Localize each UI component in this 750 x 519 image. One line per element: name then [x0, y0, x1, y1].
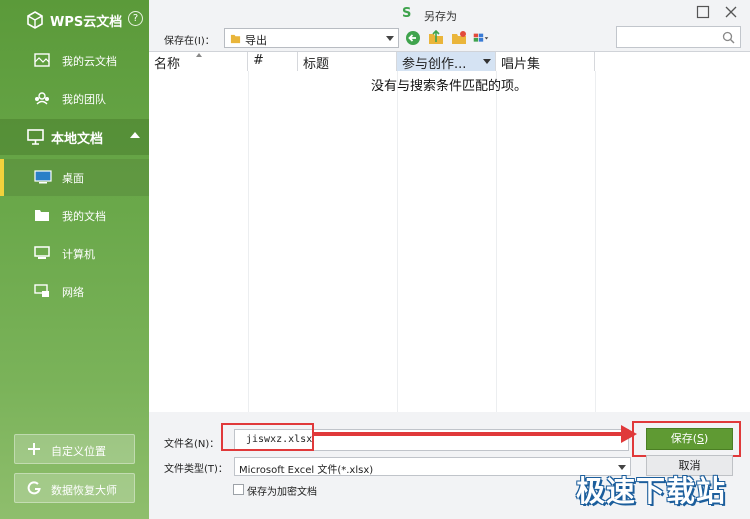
computer-icon	[27, 129, 44, 145]
monitor-icon	[34, 246, 50, 259]
column-header-album[interactable]: 唱片集	[496, 52, 595, 72]
back-icon[interactable]	[405, 30, 421, 46]
plus-icon	[28, 443, 40, 455]
data-recovery-label: 数据恢复大师	[51, 484, 117, 497]
column-label: 唱片集	[501, 57, 541, 72]
empty-message: 没有与搜索条件匹配的项。	[371, 79, 528, 94]
sidebar-item-label: 我的文档	[62, 210, 106, 223]
data-recovery-button[interactable]: 数据恢复大师	[14, 473, 135, 503]
column-header-title[interactable]: 标题	[298, 52, 397, 72]
column-divider	[397, 71, 398, 412]
sidebar-item-label: 计算机	[62, 248, 95, 261]
search-icon[interactable]	[722, 31, 735, 44]
sidebar-item-label: 网络	[62, 286, 84, 299]
wps-cloud-icon	[27, 11, 43, 29]
sidebar-item-label: 我的团队	[62, 93, 106, 106]
filetype-dropdown[interactable]: Microsoft Excel 文件(*.xlsx)	[234, 457, 631, 476]
sidebar-section-local-docs[interactable]: 本地文档	[0, 119, 149, 155]
column-header-number[interactable]: #	[248, 52, 298, 71]
sidebar-title: WPS云文档	[50, 14, 123, 30]
search-input[interactable]	[616, 26, 741, 48]
help-icon[interactable]: ?	[128, 11, 143, 26]
close-icon[interactable]	[724, 5, 738, 19]
encrypt-checkbox[interactable]	[233, 484, 244, 495]
wps-logo-icon: S	[402, 6, 412, 21]
folder-icon	[230, 34, 241, 44]
maximize-icon[interactable]	[696, 5, 710, 19]
sidebar-header: WPS云文档 ?	[0, 0, 149, 40]
save-button-highlight	[632, 421, 741, 457]
sidebar-item-desktop[interactable]: 桌面	[0, 159, 149, 196]
save-as-dialog: S 另存为 保存在(I)： 导出 名称 # 标题 参与创作... 唱片集 没有与…	[149, 0, 750, 519]
location-toolbar: 保存在(I)： 导出	[149, 26, 750, 50]
annotation-arrow	[313, 432, 631, 436]
sidebar-section-label: 本地文档	[51, 132, 104, 147]
collapse-arrow-icon[interactable]	[130, 132, 140, 138]
save-in-label: 保存在(I)：	[164, 36, 215, 47]
sidebar-item-label: 我的云文档	[62, 55, 117, 68]
filetype-value: Microsoft Excel 文件(*.xlsx)	[239, 465, 374, 476]
filename-label: 文件名(N)：	[164, 439, 220, 450]
save-in-dropdown[interactable]: 导出	[224, 28, 399, 48]
dialog-title: 另存为	[424, 10, 457, 23]
sidebar-item-computer[interactable]: 计算机	[0, 235, 149, 272]
sidebar-item-label: 桌面	[62, 172, 84, 185]
sidebar-item-network[interactable]: 网络	[0, 273, 149, 310]
column-divider	[248, 71, 249, 412]
watermark: 极速下载站	[576, 474, 727, 508]
column-header-contributors[interactable]: 参与创作...	[397, 52, 496, 72]
sidebar: WPS云文档 ? 我的云文档 我的团队 本地文档 桌面 我的文档 计算机 网络 …	[0, 0, 149, 519]
view-menu-icon[interactable]	[473, 30, 489, 46]
sidebar-item-my-team[interactable]: 我的团队	[0, 80, 149, 117]
column-divider	[595, 71, 596, 412]
sidebar-item-my-cloud-docs[interactable]: 我的云文档	[0, 42, 149, 79]
current-folder: 导出	[245, 34, 267, 47]
up-folder-icon[interactable]	[428, 30, 444, 46]
title-bar: S 另存为	[149, 0, 750, 28]
sidebar-item-my-documents[interactable]: 我的文档	[0, 197, 149, 234]
column-divider	[496, 71, 497, 412]
chevron-down-icon	[386, 36, 394, 41]
custom-location-label: 自定义位置	[51, 445, 106, 458]
recovery-icon	[27, 481, 41, 495]
new-folder-icon[interactable]	[451, 30, 467, 46]
column-header-name[interactable]: 名称	[149, 52, 248, 72]
network-icon	[34, 284, 49, 297]
desktop-icon	[34, 170, 52, 184]
filetype-label: 文件类型(T)：	[164, 464, 228, 475]
column-label: 名称	[154, 57, 181, 72]
column-filter-icon[interactable]	[483, 59, 491, 64]
column-label: 参与创作...	[402, 57, 467, 72]
sort-ascending-icon	[196, 53, 202, 57]
encrypt-label: 保存为加密文档	[247, 487, 317, 498]
team-icon	[35, 92, 49, 105]
filename-highlight	[221, 423, 314, 451]
folder-icon	[35, 210, 49, 221]
file-list[interactable]: 名称 # 标题 参与创作... 唱片集 没有与搜索条件匹配的项。	[149, 51, 750, 412]
column-label: 标题	[303, 57, 330, 72]
column-label: #	[253, 53, 264, 68]
custom-location-button[interactable]: 自定义位置	[14, 434, 135, 464]
cloud-doc-icon	[34, 53, 50, 67]
